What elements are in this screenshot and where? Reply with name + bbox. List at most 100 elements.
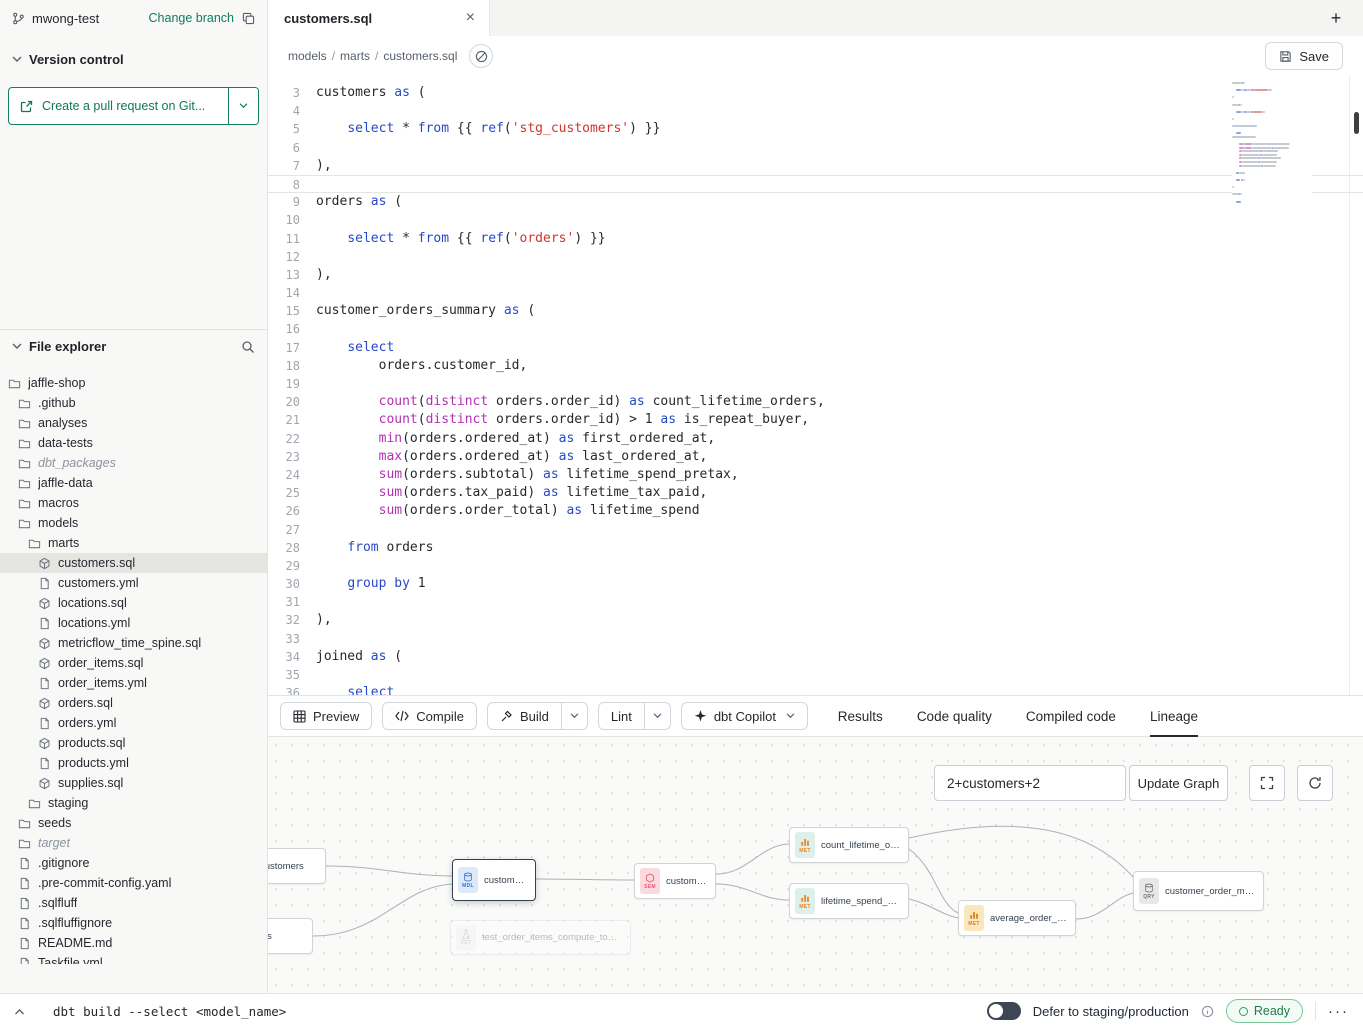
code-line-31[interactable]: 31 xyxy=(268,593,1363,611)
tab-code-quality[interactable]: Code quality xyxy=(917,696,992,736)
lineage-node-stg_customers[interactable]: MDLstg_customers xyxy=(268,848,326,884)
file-tree-item-order_items.yml[interactable]: order_items.yml xyxy=(0,673,267,693)
file-tree-item-order_items.sql[interactable]: order_items.sql xyxy=(0,653,267,673)
breadcrumb-marts[interactable]: marts xyxy=(340,49,370,63)
create-pr-dropdown-button[interactable] xyxy=(228,88,258,124)
file-tree-item-products.sql[interactable]: products.sql xyxy=(0,733,267,753)
lineage-node-customers[interactable]: SEMcustomers xyxy=(634,863,716,899)
change-branch-link[interactable]: Change branch xyxy=(149,11,234,25)
create-pr-button[interactable]: Create a pull request on Git... xyxy=(9,88,228,124)
code-line-4[interactable]: 4 xyxy=(268,102,1363,120)
file-tree-item-Taskfile.yml[interactable]: Taskfile.yml xyxy=(0,953,267,964)
lint-dropdown-button[interactable] xyxy=(645,702,671,730)
lineage-node-customer_order_metrics[interactable]: QRYcustomer_order_metrics xyxy=(1133,871,1264,911)
code-line-16[interactable]: 16 xyxy=(268,320,1363,338)
code-line-27[interactable]: 27 xyxy=(268,521,1363,539)
code-line-13[interactable]: 13), xyxy=(268,266,1363,284)
file-tree-item-target[interactable]: target xyxy=(0,833,267,853)
lineage-node-lifetime_spend_pretax[interactable]: METlifetime_spend_pretax xyxy=(789,883,909,919)
file-explorer-header[interactable]: File explorer xyxy=(0,330,267,363)
version-control-header[interactable]: Version control xyxy=(0,44,267,71)
lineage-node-orders[interactable]: MDLorders xyxy=(268,918,313,954)
info-icon[interactable] xyxy=(1201,1005,1214,1018)
file-status-icon[interactable] xyxy=(469,44,493,68)
file-tree-item-jaffle-shop[interactable]: jaffle-shop xyxy=(0,373,267,393)
update-graph-button[interactable]: Update Graph xyxy=(1129,765,1228,801)
preview-button[interactable]: Preview xyxy=(280,702,372,730)
file-tree-item-.github[interactable]: .github xyxy=(0,393,267,413)
file-tree-item-customers.sql[interactable]: customers.sql xyxy=(0,553,267,573)
lineage-filter-input[interactable] xyxy=(934,765,1126,801)
tab-compiled-code[interactable]: Compiled code xyxy=(1026,696,1116,736)
file-tree-item-dbt_packages[interactable]: dbt_packages xyxy=(0,453,267,473)
file-tree-item-locations.sql[interactable]: locations.sql xyxy=(0,593,267,613)
close-tab-icon[interactable]: × xyxy=(466,9,475,27)
file-tree-item-customers.yml[interactable]: customers.yml xyxy=(0,573,267,593)
code-line-18[interactable]: 18 orders.customer_id, xyxy=(268,357,1363,375)
file-tree-item-products.yml[interactable]: products.yml xyxy=(0,753,267,773)
code-line-22[interactable]: 22 min(orders.ordered_at) as first_order… xyxy=(268,430,1363,448)
code-line-21[interactable]: 21 count(distinct orders.order_id) > 1 a… xyxy=(268,411,1363,429)
file-tree-item-models[interactable]: models xyxy=(0,513,267,533)
code-line-3[interactable]: 3customers as ( xyxy=(268,84,1363,102)
code-line-34[interactable]: 34joined as ( xyxy=(268,648,1363,666)
fullscreen-icon[interactable] xyxy=(1249,765,1285,801)
code-line-10[interactable]: 10 xyxy=(268,211,1363,229)
tab-customers-sql[interactable]: customers.sql × xyxy=(268,0,490,36)
code-line-7[interactable]: 7), xyxy=(268,157,1363,175)
tab-lineage[interactable]: Lineage xyxy=(1150,696,1198,736)
file-tree-item-seeds[interactable]: seeds xyxy=(0,813,267,833)
code-line-33[interactable]: 33 xyxy=(268,630,1363,648)
compile-button[interactable]: Compile xyxy=(382,702,477,730)
code-line-28[interactable]: 28 from orders xyxy=(268,539,1363,557)
file-tree-item-macros[interactable]: macros xyxy=(0,493,267,513)
dbt-copilot-button[interactable]: dbt Copilot xyxy=(681,702,808,730)
breadcrumb-models[interactable]: models xyxy=(288,49,327,63)
file-tree-item-README.md[interactable]: README.md xyxy=(0,933,267,953)
file-tree-item-jaffle-data[interactable]: jaffle-data xyxy=(0,473,267,493)
code-line-24[interactable]: 24 sum(orders.subtotal) as lifetime_spen… xyxy=(268,466,1363,484)
defer-toggle[interactable] xyxy=(987,1002,1021,1020)
build-dropdown-button[interactable] xyxy=(562,702,588,730)
breadcrumb-file[interactable]: customers.sql xyxy=(383,49,457,63)
tab-results[interactable]: Results xyxy=(838,696,883,736)
code-line-14[interactable]: 14 xyxy=(268,284,1363,302)
code-editor[interactable]: 3customers as (45 select * from {{ ref('… xyxy=(268,76,1363,695)
file-tree-item-.sqlfluff[interactable]: .sqlfluff xyxy=(0,893,267,913)
code-line-17[interactable]: 17 select xyxy=(268,339,1363,357)
new-tab-button[interactable]: + xyxy=(1325,7,1347,29)
lineage-node-test_order_items_compute_to_bools...[interactable]: TSTtest_order_items_compute_to_bools... xyxy=(450,920,631,955)
code-line-11[interactable]: 11 select * from {{ ref('orders') }} xyxy=(268,230,1363,248)
file-tree-item-orders.sql[interactable]: orders.sql xyxy=(0,693,267,713)
status-badge[interactable]: Ready xyxy=(1226,999,1303,1023)
code-line-9[interactable]: 9orders as ( xyxy=(268,193,1363,211)
file-tree-item-analyses[interactable]: analyses xyxy=(0,413,267,433)
file-tree-item-.pre-commit-config.yaml[interactable]: .pre-commit-config.yaml xyxy=(0,873,267,893)
lineage-node-count_lifetime_orders[interactable]: METcount_lifetime_orders xyxy=(789,827,909,863)
lint-button[interactable]: Lint xyxy=(598,702,645,730)
lineage-node-average_order_value[interactable]: METaverage_order_value xyxy=(958,900,1076,936)
code-line-15[interactable]: 15customer_orders_summary as ( xyxy=(268,302,1363,320)
file-tree-item-marts[interactable]: marts xyxy=(0,533,267,553)
file-tree-item-metricflow_time_spine.sql[interactable]: metricflow_time_spine.sql xyxy=(0,633,267,653)
overflow-menu-icon[interactable]: ··· xyxy=(1328,1004,1349,1019)
chevron-up-icon[interactable] xyxy=(14,1008,25,1015)
code-line-5[interactable]: 5 select * from {{ ref('stg_customers') … xyxy=(268,120,1363,138)
code-line-35[interactable]: 35 xyxy=(268,666,1363,684)
code-line-25[interactable]: 25 sum(orders.tax_paid) as lifetime_tax_… xyxy=(268,484,1363,502)
file-tree-item-orders.yml[interactable]: orders.yml xyxy=(0,713,267,733)
file-tree-item-.gitignore[interactable]: .gitignore xyxy=(0,853,267,873)
editor-minimap[interactable] xyxy=(1232,82,1312,204)
copy-icon[interactable] xyxy=(242,12,255,25)
file-tree-item-data-tests[interactable]: data-tests xyxy=(0,433,267,453)
file-tree-item-locations.yml[interactable]: locations.yml xyxy=(0,613,267,633)
code-line-30[interactable]: 30 group by 1 xyxy=(268,575,1363,593)
file-tree-item-supplies.sql[interactable]: supplies.sql xyxy=(0,773,267,793)
code-line-20[interactable]: 20 count(distinct orders.order_id) as co… xyxy=(268,393,1363,411)
file-tree-item-.sqlfluffignore[interactable]: .sqlfluffignore xyxy=(0,913,267,933)
lineage-node-customers[interactable]: MDLcustomers xyxy=(452,859,536,901)
file-tree-item-staging[interactable]: staging xyxy=(0,793,267,813)
refresh-icon[interactable] xyxy=(1297,765,1333,801)
code-line-19[interactable]: 19 xyxy=(268,375,1363,393)
code-line-29[interactable]: 29 xyxy=(268,557,1363,575)
